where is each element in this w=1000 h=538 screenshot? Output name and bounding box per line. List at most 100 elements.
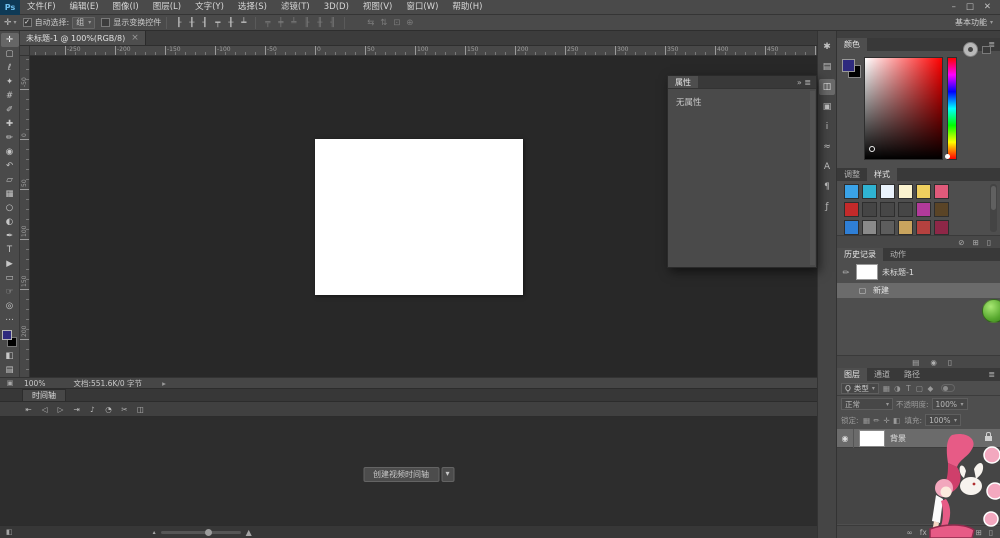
tool-marquee[interactable]: ▢	[1, 47, 19, 61]
style-swatch[interactable]	[862, 202, 877, 217]
menu-3d[interactable]: 3D(D)	[317, 0, 356, 15]
new-layer-icon[interactable]: ⊞	[976, 528, 982, 537]
filter-adjustment-icon[interactable]: ◑	[892, 384, 903, 393]
layer-row-background[interactable]: ◉ 背景	[837, 429, 1000, 448]
fill-dropdown[interactable]: 100% ▾	[925, 414, 961, 426]
align-v-center-icon[interactable]: ╂	[224, 18, 237, 28]
timeline-settings-icon[interactable]: ◔	[102, 405, 115, 414]
lock-all-icon[interactable]: ◧	[892, 416, 902, 425]
tool-clone-stamp[interactable]: ◉	[1, 145, 19, 159]
style-swatch[interactable]	[844, 202, 859, 217]
layer-name[interactable]: 背景	[890, 433, 985, 444]
tool-eyedropper[interactable]: ✐	[1, 103, 19, 117]
properties-panel-icon[interactable]: ◫	[819, 79, 835, 95]
style-swatch[interactable]	[934, 184, 949, 199]
align-right-icon[interactable]: ┨	[198, 18, 211, 28]
layer-style-icon[interactable]: fx	[920, 528, 927, 537]
tool-brush[interactable]: ✏	[1, 131, 19, 145]
distribute-h-center-icon[interactable]: ╫	[313, 18, 326, 28]
first-frame-icon[interactable]: ⇤	[22, 405, 35, 414]
color-field[interactable]	[864, 57, 943, 160]
panel-menu-icon[interactable]: ≣	[988, 368, 1000, 381]
foreground-color-swatch[interactable]	[2, 330, 12, 340]
tab-layers[interactable]: 图层	[837, 368, 867, 381]
floating-assistant-orb[interactable]	[982, 299, 1000, 323]
tab-paths[interactable]: 路径	[897, 368, 927, 381]
auto-select-dropdown[interactable]: 组 ▾	[72, 17, 95, 29]
auto-align-icon[interactable]: ⊡	[390, 18, 403, 28]
tool-quick-mask[interactable]: ◧	[1, 349, 19, 363]
filter-type-icon[interactable]: T	[903, 384, 914, 393]
layer-thumbnail[interactable]	[859, 430, 885, 447]
scrollbar-thumb[interactable]	[991, 186, 996, 210]
histogram-panel-icon[interactable]: ≈	[819, 139, 835, 155]
blend-mode-dropdown[interactable]: 正常 ▾	[841, 398, 893, 410]
style-swatch[interactable]	[916, 202, 931, 217]
tab-color[interactable]: 颜色	[837, 38, 867, 51]
opacity-dropdown[interactable]: 100% ▾	[932, 398, 968, 410]
close-icon[interactable]: ×	[131, 31, 139, 46]
tool-healing-brush[interactable]: ✚	[1, 117, 19, 131]
tab-properties[interactable]: 属性	[668, 76, 698, 88]
style-swatch[interactable]	[934, 202, 949, 217]
auto-select-checkbox[interactable]: ✓	[23, 18, 32, 27]
clear-style-icon[interactable]: ⊘	[958, 238, 964, 247]
align-bottom-icon[interactable]: ┷	[237, 18, 250, 28]
foreground-color-swatch[interactable]	[842, 59, 855, 72]
audio-icon[interactable]: ♪	[86, 405, 99, 414]
character-panel-icon[interactable]: A	[819, 159, 835, 175]
tool-move[interactable]: ✛	[1, 33, 19, 47]
style-swatch[interactable]	[898, 202, 913, 217]
menu-layer[interactable]: 图层(L)	[146, 0, 188, 15]
restore-button[interactable]: □	[966, 2, 974, 12]
style-swatch[interactable]	[898, 184, 913, 199]
filter-smart-object-icon[interactable]: ◆	[925, 384, 936, 393]
color-swatch-control[interactable]	[1, 329, 19, 349]
menu-filter[interactable]: 滤镜(T)	[274, 0, 317, 15]
tool-pen[interactable]: ✒	[1, 229, 19, 243]
layer-mask-icon[interactable]: ◧	[934, 528, 941, 537]
3d-mode-icon[interactable]: ⊕	[403, 18, 416, 28]
timeline-zoom-out-icon[interactable]: ▴	[153, 529, 156, 536]
distribute-bottom-icon[interactable]: ╧	[287, 18, 300, 28]
history-source-icon[interactable]: ✏	[840, 268, 852, 277]
tool-path-select[interactable]: ▶	[1, 257, 19, 271]
info-panel-icon[interactable]: i	[819, 119, 835, 135]
menu-edit[interactable]: 编辑(E)	[63, 0, 106, 15]
menu-view[interactable]: 视图(V)	[356, 0, 399, 15]
adjustment-layer-icon[interactable]: ◑	[948, 528, 955, 537]
layer-group-icon[interactable]: ▢	[961, 528, 968, 537]
tool-quick-selection[interactable]: ✦	[1, 75, 19, 89]
timeline-zoom-in-icon[interactable]: ▲	[246, 528, 252, 537]
previous-frame-icon[interactable]: ◁	[38, 405, 51, 414]
tab-channels[interactable]: 通道	[867, 368, 897, 381]
styles-panel-icon[interactable]: ▤	[819, 59, 835, 75]
menu-type[interactable]: 文字(Y)	[188, 0, 231, 15]
tool-hand[interactable]: ☞	[1, 285, 19, 299]
tab-styles[interactable]: 样式	[867, 168, 897, 181]
distribute-left-icon[interactable]: ╟	[300, 18, 313, 28]
tab-history[interactable]: 历史记录	[837, 248, 883, 261]
play-icon[interactable]: ▷	[54, 405, 67, 414]
slider-thumb[interactable]	[205, 529, 212, 536]
tab-timeline[interactable]: 时间轴	[22, 389, 66, 401]
ruler-origin-corner[interactable]	[20, 46, 30, 56]
minimize-button[interactable]: –	[952, 2, 956, 12]
layer-filter-kind-dropdown[interactable]: Ϙ 类型 ▾	[841, 383, 879, 394]
create-video-timeline-button[interactable]: 创建视频时间轴	[363, 467, 439, 482]
tab-adjustments[interactable]: 调整	[837, 168, 867, 181]
distribute-top-icon[interactable]: ╤	[261, 18, 274, 28]
delete-state-icon[interactable]: ▯	[948, 358, 952, 367]
align-h-center-icon[interactable]: ╂	[185, 18, 198, 28]
tool-lasso[interactable]: ℓ	[1, 61, 19, 75]
style-swatch[interactable]	[844, 184, 859, 199]
workspace-switcher[interactable]: 基本功能 ▾	[955, 17, 1000, 28]
color-field-marker[interactable]	[869, 146, 875, 152]
align-top-icon[interactable]: ┯	[211, 18, 224, 28]
lock-position-icon[interactable]: ✛	[882, 416, 892, 425]
style-swatch[interactable]	[880, 220, 895, 235]
menu-select[interactable]: 选择(S)	[231, 0, 274, 15]
style-swatch[interactable]	[916, 220, 931, 235]
adjustments-panel-icon[interactable]: ✱	[819, 39, 835, 55]
tab-actions[interactable]: 动作	[883, 248, 913, 261]
